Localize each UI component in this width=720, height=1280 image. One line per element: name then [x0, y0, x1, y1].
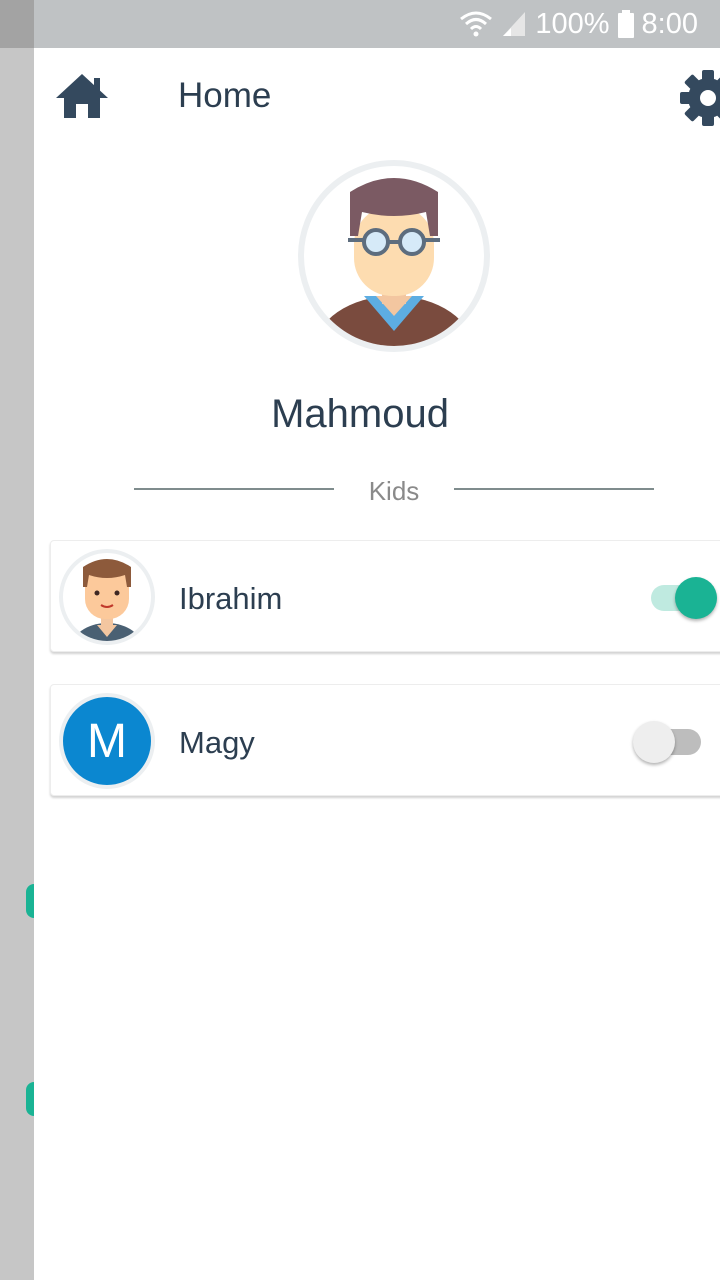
status-bar-shade [0, 0, 34, 48]
battery-percent: 100% [535, 7, 610, 40]
toggle-thumb [633, 721, 675, 763]
kid-toggle-magy[interactable] [633, 721, 701, 765]
status-bar: 100% 8:00 [0, 0, 720, 48]
profile-avatar[interactable] [298, 160, 490, 352]
kid-name: Ibrahim [179, 581, 283, 616]
kids-section-label: Kids [368, 476, 420, 506]
page-title: Home [178, 76, 272, 115]
toggle-thumb [675, 577, 717, 619]
kid-avatar [59, 549, 155, 645]
clock: 8:00 [641, 7, 698, 40]
status-icons: 100% 8:00 [459, 0, 698, 48]
profile-name: Mahmoud [271, 392, 449, 436]
home-icon[interactable] [54, 72, 110, 120]
drawer-header: Home [34, 48, 720, 148]
kid-toggle-ibrahim[interactable] [651, 577, 717, 621]
divider-left [134, 488, 334, 490]
wifi-icon [459, 10, 493, 38]
kid-card-ibrahim[interactable]: Ibrahim [50, 540, 720, 652]
kid-name: Magy [179, 725, 255, 760]
kid-card-magy[interactable]: M Magy [50, 684, 720, 796]
signal-icon [501, 10, 527, 38]
battery-icon [617, 10, 634, 38]
kid-avatar-letter: M [59, 693, 155, 789]
divider-right [454, 488, 654, 490]
navigation-drawer: Home Mahmoud Kids Ibrahim M Magy [34, 48, 720, 1280]
gear-icon[interactable] [678, 68, 720, 128]
